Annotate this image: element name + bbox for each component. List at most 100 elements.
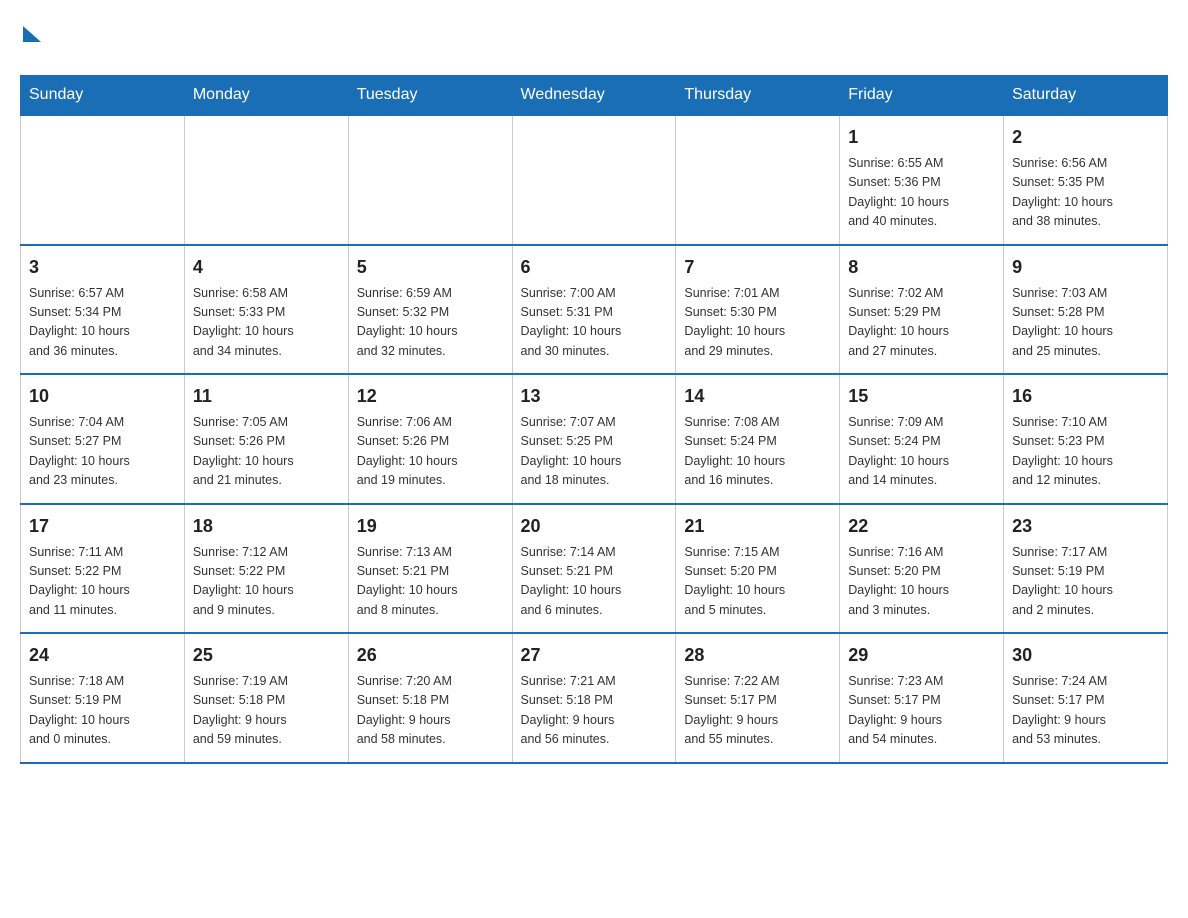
calendar-cell: 28 Sunrise: 7:22 AMSunset: 5:17 PMDayligh… <box>676 633 840 763</box>
day-info: Sunrise: 7:08 AMSunset: 5:24 PMDaylight:… <box>684 413 831 491</box>
calendar-cell: 7 Sunrise: 7:01 AMSunset: 5:30 PMDaylight… <box>676 245 840 375</box>
day-info: Sunrise: 7:11 AMSunset: 5:22 PMDaylight:… <box>29 543 176 621</box>
day-info: Sunrise: 7:18 AMSunset: 5:19 PMDaylight:… <box>29 672 176 750</box>
day-number: 20 <box>521 513 668 540</box>
calendar-week-4: 17 Sunrise: 7:11 AMSunset: 5:22 PMDayligh… <box>21 504 1168 634</box>
calendar-cell: 27Sunrise: 7:21 AMSunset: 5:18 PMDayligh… <box>512 633 676 763</box>
day-info: Sunrise: 7:14 AMSunset: 5:21 PMDaylight:… <box>521 543 668 621</box>
calendar-cell: 22 Sunrise: 7:16 AMSunset: 5:20 PMDayligh… <box>840 504 1004 634</box>
calendar-cell: 30 Sunrise: 7:24 AMSunset: 5:17 PMDayligh… <box>1004 633 1168 763</box>
day-info: Sunrise: 7:21 AMSunset: 5:18 PMDaylight:… <box>521 672 668 750</box>
day-number: 23 <box>1012 513 1159 540</box>
day-number: 1 <box>848 124 995 151</box>
day-info: Sunrise: 7:01 AMSunset: 5:30 PMDaylight:… <box>684 284 831 362</box>
day-info: Sunrise: 7:15 AMSunset: 5:20 PMDaylight:… <box>684 543 831 621</box>
calendar-cell: 15 Sunrise: 7:09 AMSunset: 5:24 PMDayligh… <box>840 374 1004 504</box>
day-number: 18 <box>193 513 340 540</box>
weekday-header-monday: Monday <box>184 76 348 116</box>
day-number: 10 <box>29 383 176 410</box>
calendar-cell: 24 Sunrise: 7:18 AMSunset: 5:19 PMDayligh… <box>21 633 185 763</box>
day-info: Sunrise: 7:16 AMSunset: 5:20 PMDaylight:… <box>848 543 995 621</box>
calendar-cell: 18 Sunrise: 7:12 AMSunset: 5:22 PMDayligh… <box>184 504 348 634</box>
calendar-cell: 4Sunrise: 6:58 AMSunset: 5:33 PMDaylight… <box>184 245 348 375</box>
day-number: 24 <box>29 642 176 669</box>
day-info: Sunrise: 7:03 AMSunset: 5:28 PMDaylight:… <box>1012 284 1159 362</box>
logo <box>20 20 41 65</box>
calendar-week-3: 10 Sunrise: 7:04 AMSunset: 5:27 PMDayligh… <box>21 374 1168 504</box>
day-info: Sunrise: 7:04 AMSunset: 5:27 PMDaylight:… <box>29 413 176 491</box>
day-info: Sunrise: 7:09 AMSunset: 5:24 PMDaylight:… <box>848 413 995 491</box>
day-info: Sunrise: 7:22 AMSunset: 5:17 PMDaylight:… <box>684 672 831 750</box>
logo-arrow-icon <box>23 26 41 42</box>
weekday-header-tuesday: Tuesday <box>348 76 512 116</box>
calendar-week-5: 24 Sunrise: 7:18 AMSunset: 5:19 PMDayligh… <box>21 633 1168 763</box>
day-info: Sunrise: 7:19 AMSunset: 5:18 PMDaylight:… <box>193 672 340 750</box>
day-number: 13 <box>521 383 668 410</box>
day-info: Sunrise: 7:12 AMSunset: 5:22 PMDaylight:… <box>193 543 340 621</box>
day-number: 3 <box>29 254 176 281</box>
day-info: Sunrise: 7:17 AMSunset: 5:19 PMDaylight:… <box>1012 543 1159 621</box>
day-info: Sunrise: 7:23 AMSunset: 5:17 PMDaylight:… <box>848 672 995 750</box>
weekday-header-wednesday: Wednesday <box>512 76 676 116</box>
day-number: 4 <box>193 254 340 281</box>
calendar-cell: 16Sunrise: 7:10 AMSunset: 5:23 PMDayligh… <box>1004 374 1168 504</box>
weekday-header-sunday: Sunday <box>21 76 185 116</box>
day-number: 17 <box>29 513 176 540</box>
day-info: Sunrise: 7:06 AMSunset: 5:26 PMDaylight:… <box>357 413 504 491</box>
day-number: 25 <box>193 642 340 669</box>
calendar-cell: 9 Sunrise: 7:03 AMSunset: 5:28 PMDaylight… <box>1004 245 1168 375</box>
calendar-cell <box>184 115 348 245</box>
calendar-cell: 10 Sunrise: 7:04 AMSunset: 5:27 PMDayligh… <box>21 374 185 504</box>
day-number: 11 <box>193 383 340 410</box>
calendar-cell: 19 Sunrise: 7:13 AMSunset: 5:21 PMDayligh… <box>348 504 512 634</box>
day-number: 28 <box>684 642 831 669</box>
day-number: 8 <box>848 254 995 281</box>
day-number: 2 <box>1012 124 1159 151</box>
day-number: 19 <box>357 513 504 540</box>
calendar-cell <box>21 115 185 245</box>
day-number: 12 <box>357 383 504 410</box>
calendar-cell: 25 Sunrise: 7:19 AMSunset: 5:18 PMDayligh… <box>184 633 348 763</box>
calendar-cell: 6 Sunrise: 7:00 AMSunset: 5:31 PMDaylight… <box>512 245 676 375</box>
day-info: Sunrise: 7:05 AMSunset: 5:26 PMDaylight:… <box>193 413 340 491</box>
day-info: Sunrise: 7:10 AMSunset: 5:23 PMDaylight:… <box>1012 413 1159 491</box>
calendar-cell: 26 Sunrise: 7:20 AMSunset: 5:18 PMDayligh… <box>348 633 512 763</box>
day-number: 15 <box>848 383 995 410</box>
calendar-cell <box>348 115 512 245</box>
weekday-header-thursday: Thursday <box>676 76 840 116</box>
calendar-cell: 8 Sunrise: 7:02 AMSunset: 5:29 PMDaylight… <box>840 245 1004 375</box>
day-number: 26 <box>357 642 504 669</box>
calendar-cell: 1 Sunrise: 6:55 AMSunset: 5:36 PMDaylight… <box>840 115 1004 245</box>
calendar-week-2: 3Sunrise: 6:57 AMSunset: 5:34 PMDaylight… <box>21 245 1168 375</box>
day-info: Sunrise: 7:02 AMSunset: 5:29 PMDaylight:… <box>848 284 995 362</box>
day-number: 6 <box>521 254 668 281</box>
calendar-cell: 17 Sunrise: 7:11 AMSunset: 5:22 PMDayligh… <box>21 504 185 634</box>
calendar-cell: 23 Sunrise: 7:17 AMSunset: 5:19 PMDayligh… <box>1004 504 1168 634</box>
weekday-header-saturday: Saturday <box>1004 76 1168 116</box>
day-info: Sunrise: 6:56 AMSunset: 5:35 PMDaylight:… <box>1012 154 1159 232</box>
day-number: 9 <box>1012 254 1159 281</box>
day-info: Sunrise: 6:55 AMSunset: 5:36 PMDaylight:… <box>848 154 995 232</box>
weekday-header-friday: Friday <box>840 76 1004 116</box>
calendar-cell: 12 Sunrise: 7:06 AMSunset: 5:26 PMDayligh… <box>348 374 512 504</box>
day-number: 29 <box>848 642 995 669</box>
calendar-cell: 3Sunrise: 6:57 AMSunset: 5:34 PMDaylight… <box>21 245 185 375</box>
page-header <box>20 20 1168 65</box>
day-info: Sunrise: 7:24 AMSunset: 5:17 PMDaylight:… <box>1012 672 1159 750</box>
day-number: 30 <box>1012 642 1159 669</box>
day-number: 21 <box>684 513 831 540</box>
day-number: 22 <box>848 513 995 540</box>
calendar-cell: 5Sunrise: 6:59 AMSunset: 5:32 PMDaylight… <box>348 245 512 375</box>
day-info: Sunrise: 7:13 AMSunset: 5:21 PMDaylight:… <box>357 543 504 621</box>
day-info: Sunrise: 7:00 AMSunset: 5:31 PMDaylight:… <box>521 284 668 362</box>
calendar-cell: 29 Sunrise: 7:23 AMSunset: 5:17 PMDayligh… <box>840 633 1004 763</box>
calendar-cell: 20 Sunrise: 7:14 AMSunset: 5:21 PMDayligh… <box>512 504 676 634</box>
calendar-table: SundayMondayTuesdayWednesdayThursdayFrid… <box>20 75 1168 764</box>
day-info: Sunrise: 6:59 AMSunset: 5:32 PMDaylight:… <box>357 284 504 362</box>
calendar-header-row: SundayMondayTuesdayWednesdayThursdayFrid… <box>21 76 1168 116</box>
calendar-cell: 14Sunrise: 7:08 AMSunset: 5:24 PMDayligh… <box>676 374 840 504</box>
calendar-week-1: 1 Sunrise: 6:55 AMSunset: 5:36 PMDaylight… <box>21 115 1168 245</box>
day-number: 7 <box>684 254 831 281</box>
calendar-cell: 13Sunrise: 7:07 AMSunset: 5:25 PMDayligh… <box>512 374 676 504</box>
day-info: Sunrise: 7:20 AMSunset: 5:18 PMDaylight:… <box>357 672 504 750</box>
